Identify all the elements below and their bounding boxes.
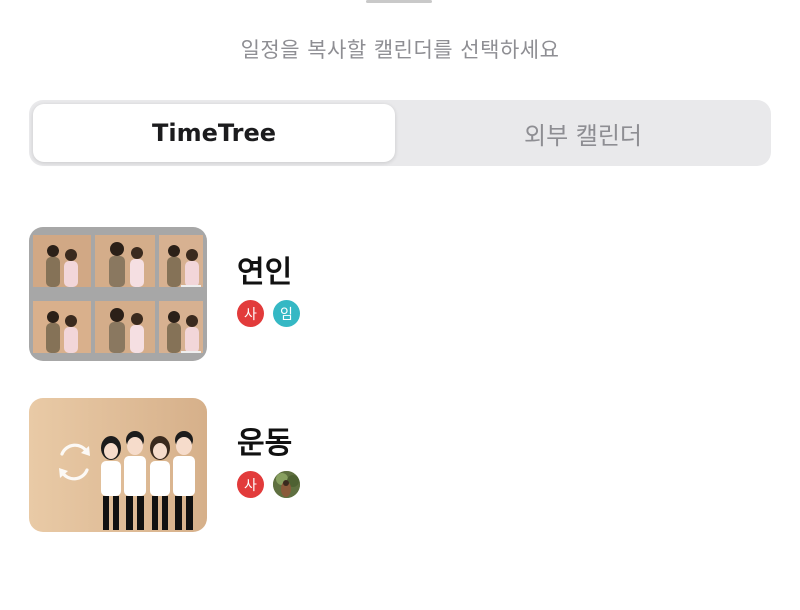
calendar-members: 사 xyxy=(237,471,300,498)
tab-timetree[interactable]: TimeTree xyxy=(33,104,395,162)
photo-frame-bottom-right xyxy=(159,301,203,353)
calendar-row-couple[interactable]: 연인 사 임 xyxy=(29,227,771,361)
photo-frame-top-right xyxy=(159,235,203,287)
photo-frame-top-middle xyxy=(95,235,155,287)
member-photo-avatar xyxy=(273,471,300,498)
sheet-grabber-handle[interactable] xyxy=(366,0,432,3)
team-illustration-image xyxy=(29,398,207,532)
calendar-row-exercise[interactable]: 운동 사 xyxy=(29,398,771,532)
tab-external-calendar[interactable]: 외부 캘린더 xyxy=(399,104,767,162)
member-avatar: 사 xyxy=(237,471,264,498)
calendar-thumbnail-photostrip xyxy=(29,227,207,361)
member-avatar: 사 xyxy=(237,300,264,327)
photo-frame-bottom-left xyxy=(33,301,91,353)
member-avatar: 임 xyxy=(273,300,300,327)
profile-photo-icon xyxy=(273,471,300,498)
calendar-select-sheet: 일정을 복사할 캘린더를 선택하세요 TimeTree 외부 캘린더 연인 사 … xyxy=(0,0,800,610)
calendar-members: 사 임 xyxy=(237,300,300,327)
calendar-source-segmented-control: TimeTree 외부 캘린더 xyxy=(29,100,771,166)
calendar-thumbnail-illustration xyxy=(29,398,207,532)
calendar-name: 운동 xyxy=(237,426,293,461)
photostrip-image xyxy=(29,227,207,361)
photo-frame-bottom-middle xyxy=(95,301,155,353)
photo-frame-top-left xyxy=(33,235,91,287)
calendar-name: 연인 xyxy=(237,255,293,290)
sheet-title: 일정을 복사할 캘린더를 선택하세요 xyxy=(240,38,560,62)
